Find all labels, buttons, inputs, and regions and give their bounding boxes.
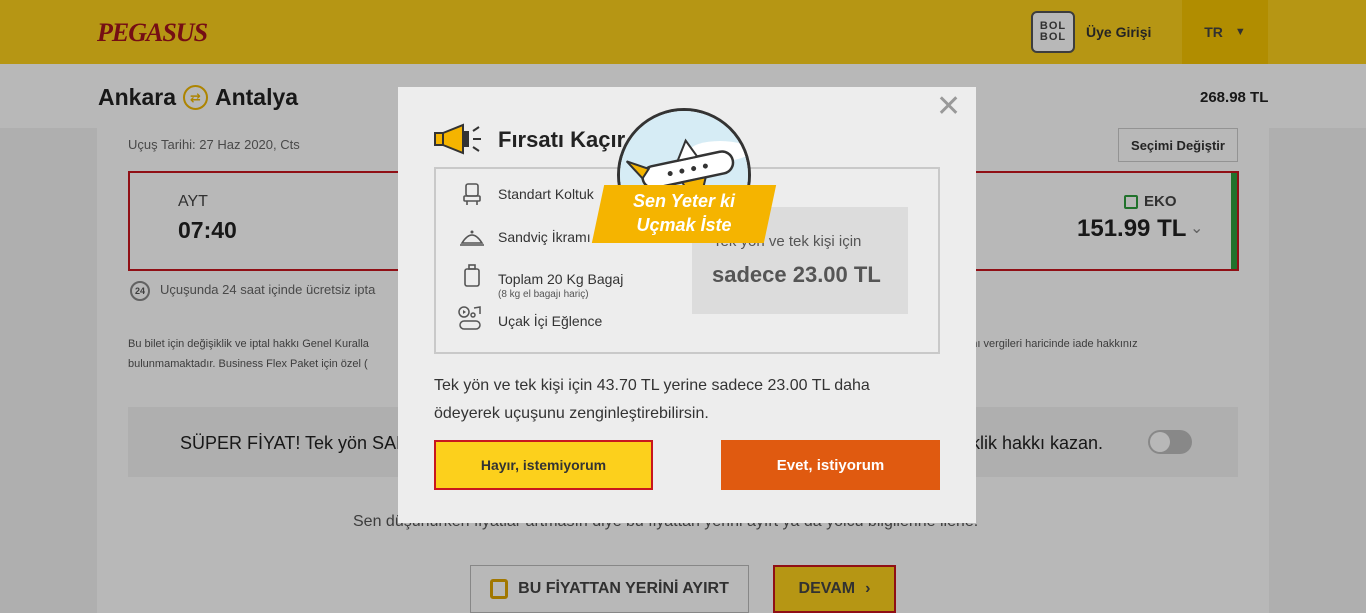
close-icon[interactable]: ✕ [936, 92, 961, 122]
feature-sandwich: Sandviç İkramı [498, 229, 591, 245]
feature-entertainment: Uçak İçi Eğlence [498, 313, 603, 329]
decline-button[interactable]: Hayır, istemiyorum [434, 440, 653, 490]
entertainment-icon [458, 306, 481, 330]
slogan-text: Sen Yeter ki Uçmak İste [598, 189, 770, 237]
seat-icon [463, 183, 481, 205]
luggage-icon [464, 264, 480, 287]
slogan-line-2: Uçmak İste [636, 215, 732, 235]
feature-baggage-note: (8 kg el bagajı hariç) [498, 289, 589, 300]
price-panel-amount: sadece 23.00 TL [712, 262, 881, 287]
slogan-line-1: Sen Yeter ki [632, 191, 736, 211]
modal-title: Fırsatı Kaçır [498, 127, 626, 152]
feature-baggage: Toplam 20 Kg Bagaj [498, 271, 624, 287]
feature-seat: Standart Koltuk [498, 186, 594, 202]
accept-button[interactable]: Evet, istiyorum [721, 440, 940, 490]
megaphone-icon [434, 123, 481, 155]
offer-description: Tek yön ve tek kişi için 43.70 TL yerine… [434, 377, 870, 422]
food-cloche-icon [460, 230, 484, 246]
